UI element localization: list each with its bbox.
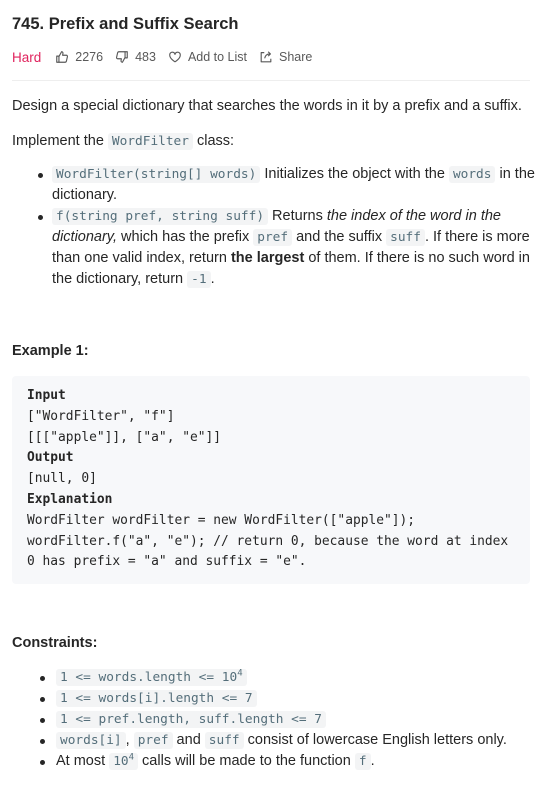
like-button[interactable]: 2276 [55, 50, 103, 64]
method-item-constructor: WordFilter(string[] words) Initializes t… [38, 164, 543, 206]
add-to-list-button[interactable]: Add to List [168, 50, 247, 64]
thumbs-down-icon [116, 51, 128, 63]
thumbs-up-icon [56, 51, 69, 63]
explanation-label: Explanation [27, 491, 113, 507]
explanation-line-2: wordFilter.f("a", "e"); // return 0, bec… [27, 533, 509, 549]
constraint-4-sep-2: and [172, 732, 205, 749]
constraint-5-code: 104 [109, 752, 139, 771]
constraint-item: At most 104 calls will be made to the fu… [40, 751, 543, 772]
example-block: Input ["WordFilter", "f"] [[["apple"]], … [12, 376, 530, 585]
constraint-item: words[i], pref and suff consist of lower… [40, 730, 543, 751]
f-text-1: Returns [268, 208, 327, 224]
constraint-item: 1 <= words.length <= 104 [40, 667, 543, 688]
implement-prefix-text: Implement the [12, 133, 108, 149]
share-icon [260, 51, 272, 63]
example-title: Example 1: [12, 343, 89, 359]
input-line-2: [[["apple"]], ["a", "e"]] [27, 429, 222, 445]
minus-one-code: -1 [187, 271, 211, 288]
add-to-list-label: Add to List [187, 50, 248, 64]
header-divider [12, 80, 530, 81]
method-item-f: f(string pref, string suff) Returns the … [38, 206, 543, 290]
f-strong: the largest [230, 250, 305, 266]
share-label: Share [279, 50, 313, 64]
description-intro: Design a special dictionary that searche… [12, 98, 522, 114]
constraint-item: 1 <= words[i].length <= 7 [40, 688, 543, 709]
output-label: Output [27, 450, 74, 466]
constraint-5-base: 10 [113, 754, 129, 770]
constraint-3-code: 1 <= pref.length, suff.length <= 7 [56, 711, 326, 729]
constraints-list: 1 <= words.length <= 104 1 <= words[i].l… [12, 667, 543, 772]
f-text-2: which has the prefix [117, 229, 254, 245]
heart-icon [169, 51, 181, 63]
constraint-5-exponent: 4 [128, 752, 135, 763]
implement-sentence: Implement the WordFilter class: [12, 131, 543, 152]
share-button[interactable]: Share [259, 50, 312, 64]
constraint-5-text-3: . [370, 753, 375, 770]
f-signature: f(string pref, string suff) [52, 208, 269, 225]
constructor-signature: WordFilter(string[] words) [52, 166, 261, 183]
words-code: words [448, 166, 496, 183]
constraint-4-text: consist of lowercase English letters onl… [243, 732, 507, 749]
constraint-4-code-2: pref [133, 732, 173, 750]
suff-code: suff [386, 229, 425, 246]
constraint-5-code-2: f [354, 753, 371, 771]
constraint-2-code: 1 <= words[i].length <= 7 [56, 690, 257, 708]
difficulty-badge: Hard [12, 49, 42, 65]
input-label: Input [27, 388, 66, 403]
like-count: 2276 [75, 50, 104, 64]
problem-title: 745. Prefix and Suffix Search [12, 15, 239, 33]
implement-suffix-text: class: [192, 133, 235, 149]
output-line: [null, 0] [27, 471, 97, 487]
class-name-code: WordFilter [107, 133, 193, 150]
constraint-4-sep-1: , [125, 732, 134, 749]
constraint-4-code-1: words[i] [56, 732, 126, 750]
constraint-4-code-3: suff [204, 732, 244, 750]
constructor-text-1: Initializes the object with the [260, 166, 449, 182]
input-line-1: ["WordFilter", "f"] [27, 408, 175, 424]
dislike-button[interactable]: 483 [115, 50, 156, 64]
problem-content: Design a special dictionary that searche… [12, 96, 543, 772]
problem-description-panel: 745. Prefix and Suffix Search Hard 2276 … [0, 0, 555, 772]
constraint-1-exponent: 4 [237, 668, 243, 679]
dislike-count: 483 [135, 50, 156, 64]
constraint-1-code: 1 <= words.length <= 104 [56, 668, 247, 687]
constraint-5-text-2: calls will be made to the function [138, 753, 355, 770]
f-text-6: . [210, 271, 215, 287]
f-text-3: and the suffix [292, 229, 387, 245]
method-list: WordFilter(string[] words) Initializes t… [12, 164, 543, 290]
constraint-5-text-1: At most [56, 753, 110, 770]
constraint-1-text: 1 <= words.length <= 10 [60, 670, 238, 686]
constraints-title: Constraints: [12, 635, 98, 652]
problem-meta-bar: Hard 2276 483 Add to List Share [12, 47, 543, 67]
explanation-line-1: WordFilter wordFilter = new WordFilter([… [27, 512, 416, 528]
pref-code: pref [253, 229, 293, 246]
explanation-line-3: 0 has prefix = "a" and suffix = "e". [27, 554, 307, 570]
constraint-item: 1 <= pref.length, suff.length <= 7 [40, 709, 543, 730]
